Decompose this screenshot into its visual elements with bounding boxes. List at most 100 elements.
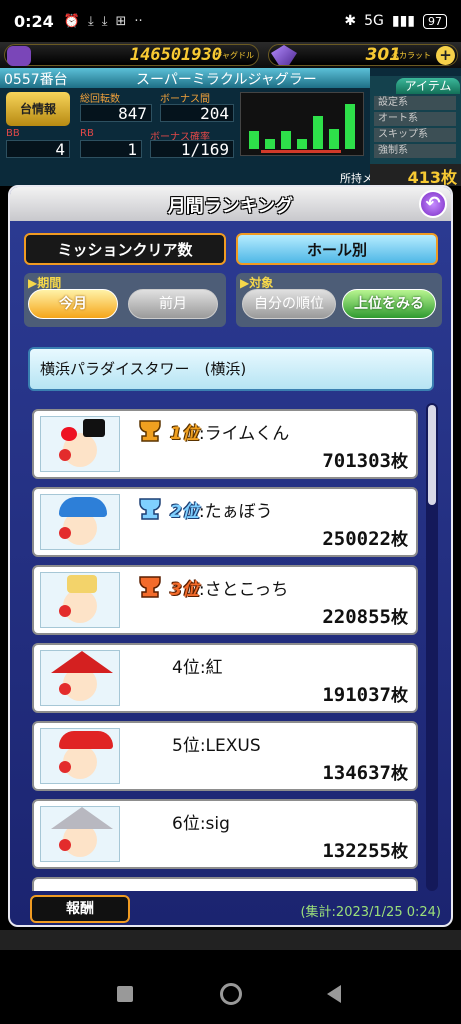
avatar-nose [59,527,71,539]
graph-bar [345,104,355,149]
score-unit: 枚 [391,764,408,784]
modal-title: 月間ランキング [167,196,294,217]
score: 134637枚 [322,759,408,784]
scrollbar[interactable] [426,403,438,891]
more-icon: ·· [134,13,143,29]
medal-unit: ジャグドル [214,51,254,60]
graph-bar [313,116,323,149]
close-button[interactable]: ↶ [419,190,447,218]
alarm-icon: ⏰ [63,13,80,29]
clock: 0:24 [14,11,54,31]
score-unit: 枚 [391,842,408,862]
plus-box-icon: ⊞ [115,13,127,29]
machine-info-panel: 0557番台 スーパーミラクルジャグラー 台情報 総回転数 847 ボーナス間 … [0,68,461,187]
silver-trophy-icon [139,498,161,520]
my-rank-button[interactable]: 自分の順位 [242,289,336,319]
graph-bar [265,139,275,149]
ranking-list[interactable]: 1位:ライムくん 701303枚 2位:たぁぼう 250022枚 3位:さとこっ… [28,403,418,891]
tally-timestamp: (集計:2023/1/25 0:24) [300,905,441,920]
see-top-button[interactable]: 上位をみる [342,289,436,319]
tab-by-hall[interactable]: ホール別 [236,233,438,265]
hall-name: 横浜パラダイスタワー (横浜) [28,347,434,391]
gold-trophy-icon [139,420,161,442]
rank-position: 2位 [170,502,199,522]
avatar-nose [59,449,71,461]
owned-medals-value: 413枚 [370,164,461,187]
avatar [40,572,120,628]
score-value: 250022 [322,528,391,550]
tab-mission-clears[interactable]: ミッションクリア数 [24,233,226,265]
slump-graph [240,92,364,156]
score: 701303枚 [322,447,408,472]
red-cap [59,731,113,749]
this-month-button[interactable]: 今月 [28,289,118,319]
scrollbar-thumb[interactable] [428,405,436,505]
bonus-interval-label: ボーナス間 [160,94,210,105]
ranking-row[interactable]: 5位:LEXUS 134637枚 [32,721,418,791]
avatar [40,728,120,784]
modal-title-bar: 月間ランキング ↶ [10,187,451,221]
ranking-row[interactable]: 3位:さとこっち 220855枚 [32,565,418,635]
machine-name: スーパーミラクルジャグラー [136,72,317,88]
back-icon[interactable] [327,985,341,1003]
score: 191037枚 [322,681,408,706]
graph-bar [297,139,307,149]
top-hat [83,419,105,437]
rank-line: 4位:紅 [172,658,223,678]
score-unit: 枚 [391,530,408,550]
score-unit: 枚 [391,686,408,706]
rank-position: 3位 [170,580,199,600]
item-row-settings[interactable]: 設定系 [374,96,456,110]
battery-icon: 97 [423,13,447,29]
reward-button[interactable]: 報酬 [30,895,130,923]
graph-bar [329,129,339,149]
witch-hat-red [51,651,113,673]
machine-number: 0557番台 [4,72,68,88]
avatar-nose [59,683,71,695]
add-gems-button[interactable]: + [436,46,455,65]
red-hair [61,427,77,441]
score: 250022枚 [322,525,408,550]
last-month-button[interactable]: 前月 [128,289,218,319]
bonus-prob-value: 1/169 [150,140,234,158]
network-type: 5G [364,13,384,29]
blue-cap [59,497,107,517]
ranking-row[interactable]: 1位:ライムくん 701303枚 [32,409,418,479]
machine-info-button[interactable]: 台情報 [6,92,70,126]
item-row-force[interactable]: 強制系 [374,144,456,158]
navigation-bar [0,950,461,1024]
download-icon: ⤓ [101,13,108,29]
bb-value: 4 [6,140,70,158]
target-filter: ▶対象 自分の順位 上位をみる [236,273,442,327]
spins-value: 847 [80,104,152,122]
score: 220855枚 [322,603,408,628]
item-row-auto[interactable]: オート系 [374,112,456,126]
ranking-row[interactable]: 4位:紅 191037枚 [32,643,418,713]
ranking-modal: 月間ランキング ↶ ミッションクリア数 ホール別 ▶期間 今月 前月 ▶対象 自… [8,185,453,927]
notification-icons: ⏰ ⤓ ⤓ ⊞ ·· [64,14,143,29]
rank-position: 1位 [170,424,199,444]
machine-background [0,930,461,952]
score-value: 701303 [322,450,391,472]
player-name: :さとこっち [198,580,289,600]
medal-count: 146501930 [129,45,222,65]
witch-hat-gray [51,807,113,829]
avatar-nose [59,761,71,773]
home-icon[interactable] [220,983,242,1005]
ranking-row[interactable]: 6位:sig 132255枚 [32,799,418,869]
ranking-row[interactable]: 2位:たぁぼう 250022枚 [32,487,418,557]
item-tab[interactable]: アイテム [396,78,460,94]
ranking-row[interactable] [32,877,418,891]
item-row-skip[interactable]: スキップ系 [374,128,456,142]
rank-line: 6位:sig [172,814,230,834]
recent-apps-icon[interactable] [117,986,133,1002]
score-unit: 枚 [391,452,408,472]
avatar [40,650,120,706]
avatar-nose [59,839,71,851]
rank-line: 3位:さとこっち [170,575,288,600]
gem-unit: ペカラット [391,51,431,60]
avatar [40,806,120,862]
player-name: :ライムくん [198,424,290,444]
graph-baseline [261,150,341,153]
rank-line: 2位:たぁぼう [170,497,273,522]
